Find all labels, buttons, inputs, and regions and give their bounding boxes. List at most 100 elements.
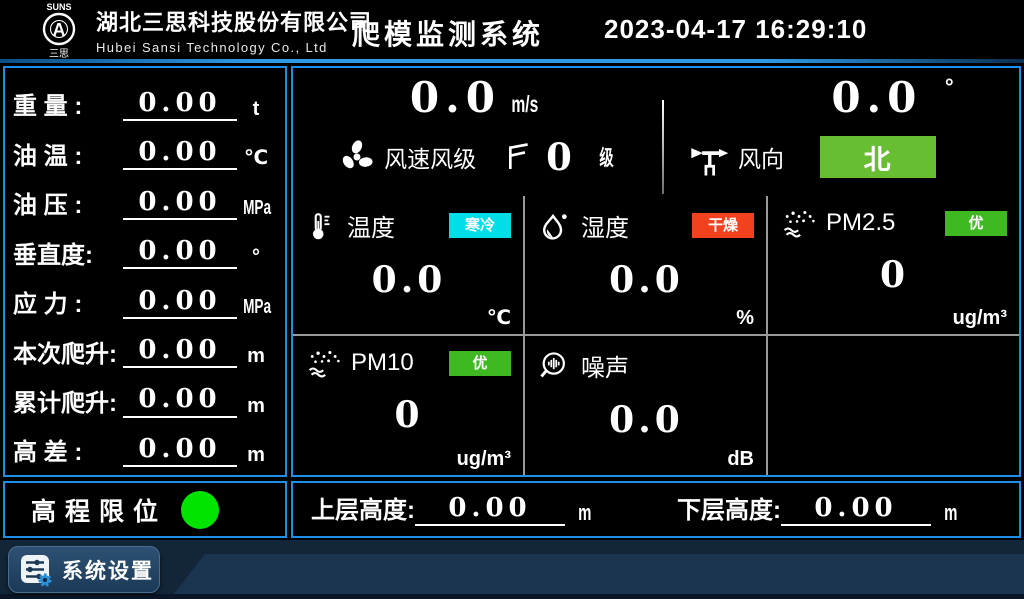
metric-unit: MPa xyxy=(243,296,269,319)
svg-text:SUNS: SUNS xyxy=(46,2,71,12)
metric-value: 0.00 xyxy=(123,286,237,319)
metric-row-weight: 重 量 : 0.00 t xyxy=(13,74,275,121)
metric-value: 0.00 xyxy=(123,88,237,121)
height-value: 0.00 xyxy=(415,493,565,526)
metric-value: 0.00 xyxy=(123,236,237,269)
metric-value: 0.00 xyxy=(123,434,237,467)
sensor-cell-humidity: 湿度 干燥 0.0 % xyxy=(525,196,768,336)
thermometer-icon xyxy=(307,210,337,242)
height-label: 下层高度: xyxy=(677,497,781,526)
system-settings-button[interactable]: 系统设置 xyxy=(8,546,160,593)
wind-direction-block: 0.0 ° 风向 北 xyxy=(662,68,1019,196)
metric-row-stress: 应 力 : 0.00 MPa xyxy=(13,272,275,319)
metric-row-total-climb: 累计爬升: 0.00 m xyxy=(13,371,275,418)
sensor-cell-temperature: 温度 寒冷 0.0 ℃ xyxy=(293,196,525,336)
sensor-value: 0.0 xyxy=(307,259,511,301)
wind-speed-label: 风速风级 xyxy=(384,140,476,174)
header-separator xyxy=(0,59,1024,63)
metric-row-verticality: 垂直度: 0.00 ° xyxy=(13,222,275,269)
sensor-value: 0.0 xyxy=(539,259,754,301)
droplet-icon xyxy=(539,210,571,242)
taskbar-decoration xyxy=(158,554,1024,599)
fan-icon xyxy=(338,138,376,176)
status-badge: 干燥 xyxy=(692,213,754,238)
sensor-unit: ug/m³ xyxy=(457,448,511,471)
wind-direction-button: 北 xyxy=(820,136,936,178)
metric-label: 应 力 : xyxy=(13,291,123,319)
sensor-name: 温度 xyxy=(347,208,395,243)
metric-unit: t xyxy=(237,98,275,121)
lower-height-group: 下层高度: 0.00 m xyxy=(677,493,1003,526)
sensor-unit: ug/m³ xyxy=(953,307,1007,330)
height-unit: m xyxy=(944,500,957,526)
company-name: 湖北三思科技股份有限公司 Hubei Sansi Technology Co.,… xyxy=(96,5,372,55)
datetime-display: 2023-04-17 16:29:10 xyxy=(604,14,867,45)
sensor-name: 湿度 xyxy=(581,208,629,243)
wind-scale-unit: 级 xyxy=(599,142,613,172)
metric-row-current-climb: 本次爬升: 0.00 m xyxy=(13,321,275,368)
svg-text:三思: 三思 xyxy=(49,48,69,59)
wind-section: 0.0 m/s 风速风级 0 xyxy=(293,68,1019,196)
taskbar: 系统设置 xyxy=(0,540,1024,599)
height-value: 0.00 xyxy=(781,493,931,526)
sensor-cell-noise: 噪声 0.0 dB xyxy=(525,336,768,475)
sensor-name: PM10 xyxy=(351,349,414,377)
metric-unit: ° xyxy=(237,246,275,269)
sensor-name: 噪声 xyxy=(581,348,629,383)
wind-scale-value: 0 xyxy=(546,136,578,179)
taskbar-bottom-edge xyxy=(0,594,1024,599)
metric-unit: m xyxy=(237,395,275,418)
metric-value: 0.00 xyxy=(123,137,237,170)
elevation-limit-label: 高程限位 xyxy=(31,492,167,528)
wind-speed-readout: 0.0 m/s xyxy=(293,74,662,130)
sensor-unit: ℃ xyxy=(487,305,511,330)
gear-icon xyxy=(40,575,50,585)
sensor-cell-empty xyxy=(768,336,1019,475)
environment-panel: 0.0 m/s 风速风级 0 xyxy=(291,66,1021,477)
status-indicator-light xyxy=(181,491,219,529)
dust-icon xyxy=(782,208,816,238)
elevation-limit-box: 高程限位 xyxy=(3,481,287,538)
wind-flag-icon xyxy=(502,141,532,173)
status-badge: 优 xyxy=(449,351,511,376)
sensor-value: 0.0 xyxy=(539,399,754,441)
metrics-panel: 重 量 : 0.00 t 油 温 : 0.00 ℃ 油 压 : 0.00 MPa… xyxy=(3,66,287,477)
wind-direction-unit: ° xyxy=(945,74,954,99)
metric-unit: m xyxy=(237,345,275,368)
sensor-value: 0 xyxy=(782,254,1007,296)
wind-direction-value: 0.0 xyxy=(831,73,922,122)
upper-height-group: 上层高度: 0.00 m xyxy=(311,493,637,526)
metric-row-oil-pressure: 油 压 : 0.00 MPa xyxy=(13,173,275,220)
sensor-unit: % xyxy=(736,307,754,330)
metric-row-oil-temp: 油 温 : 0.00 ℃ xyxy=(13,123,275,170)
sensor-cell-pm25: PM2.5 优 0 ug/m³ xyxy=(768,196,1019,336)
metric-unit: m xyxy=(237,444,275,467)
noise-icon xyxy=(539,350,571,382)
company-name-cn: 湖北三思科技股份有限公司 xyxy=(96,5,372,37)
metric-label: 累计爬升: xyxy=(13,390,123,418)
metric-row-height-diff: 高 差 : 0.00 m xyxy=(13,420,275,467)
metric-label: 油 压 : xyxy=(13,192,123,220)
metric-value: 0.00 xyxy=(123,335,237,368)
heights-bar: 上层高度: 0.00 m 下层高度: 0.00 m xyxy=(291,481,1021,538)
company-logo: SUNS A 三思 xyxy=(26,1,92,59)
status-badge: 优 xyxy=(945,211,1007,236)
settings-button-label: 系统设置 xyxy=(62,555,154,585)
logo-icon: SUNS A 三思 xyxy=(26,1,92,59)
wind-vane-icon xyxy=(688,137,730,177)
sensor-cell-pm10: PM10 优 0 ug/m³ xyxy=(293,336,525,475)
wind-scale-readout: 风速风级 0 级 xyxy=(293,136,662,179)
wind-direction-readout: 0.0 ° xyxy=(662,74,1019,130)
metric-label: 重 量 : xyxy=(13,93,123,121)
wind-speed-block: 0.0 m/s 风速风级 0 xyxy=(293,68,662,196)
wind-speed-unit: m/s xyxy=(512,91,539,118)
dust-icon xyxy=(307,348,341,378)
metric-unit: ℃ xyxy=(237,145,275,170)
company-name-en: Hubei Sansi Technology Co., Ltd xyxy=(96,40,372,55)
height-label: 上层高度: xyxy=(311,497,415,526)
metric-value: 0.00 xyxy=(123,187,237,220)
sensor-name: PM2.5 xyxy=(826,209,895,237)
metric-unit: MPa xyxy=(243,197,269,220)
metric-label: 垂直度: xyxy=(13,242,123,270)
settings-sliders-icon xyxy=(18,552,54,588)
